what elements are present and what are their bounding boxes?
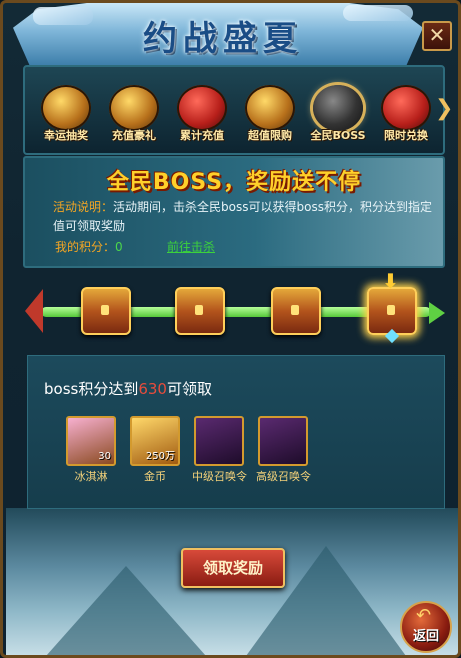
item-name: 高级召唤令	[256, 470, 311, 483]
tab-accumulate-recharge[interactable]: 累计充值	[173, 85, 231, 151]
score-value: 0	[115, 240, 123, 254]
goto-kill-link[interactable]: 前往击杀	[167, 238, 215, 255]
tabs-next-arrow-icon[interactable]: ❯	[435, 89, 453, 129]
lucky-draw-icon	[41, 85, 91, 131]
reward-progress-track: ⬇	[25, 269, 445, 349]
info-title: 全民BOSS，奖励送不停	[106, 170, 362, 195]
activity-window: 约战盛夏 ✕ 幸运抽奖 充值豪礼 累计充值 超值限购 全民BOSS 限时兑换 ❯	[0, 0, 461, 658]
next-arrow-icon[interactable]	[429, 302, 445, 324]
close-button[interactable]: ✕	[422, 21, 452, 51]
tab-limited-purchase[interactable]: 超值限购	[241, 85, 299, 151]
item-name: 中级召唤令	[192, 470, 247, 483]
back-button[interactable]: ↶ 返回	[400, 601, 452, 653]
reward-chest-4[interactable]	[367, 287, 417, 335]
item-count: 250万	[145, 451, 175, 462]
tab-label: 累计充值	[180, 129, 224, 142]
tab-lucky-draw[interactable]: 幸运抽奖	[37, 85, 95, 151]
requirement-value: 630	[138, 380, 167, 398]
boss-icon	[313, 85, 363, 131]
gold-coin-icon: 250万	[130, 416, 180, 466]
recharge-gift-icon	[109, 85, 159, 131]
prev-arrow-icon[interactable]	[25, 289, 43, 333]
reward-item[interactable]: 30 冰淇淋	[64, 416, 118, 484]
reward-item[interactable]: 中级召唤令	[192, 416, 247, 484]
item-count: 30	[98, 451, 111, 462]
reward-requirement: boss积分达到630可领取	[44, 378, 212, 399]
tab-limited-exchange[interactable]: 限时兑换	[377, 85, 435, 151]
score-key: 我的积分：	[55, 240, 116, 254]
back-arrow-icon: ↶	[416, 605, 432, 626]
my-score: 我的积分：0	[55, 238, 123, 255]
requirement-prefix: boss积分达到	[44, 380, 139, 398]
back-label: 返回	[412, 629, 439, 644]
requirement-suffix: 可领取	[166, 380, 212, 398]
activity-info-panel: 全民BOSS，奖励送不停 活动说明：活动期间，击杀全民boss可以获得boss积…	[23, 156, 445, 268]
mid-summon-token-icon	[194, 416, 244, 466]
tab-recharge-gift[interactable]: 充值豪礼	[105, 85, 163, 151]
item-name: 金币	[144, 470, 166, 483]
close-icon: ✕	[428, 23, 446, 47]
accumulate-recharge-icon	[177, 85, 227, 131]
claim-reward-button[interactable]: 领取奖励	[181, 548, 285, 588]
page-title: 约战盛夏	[143, 19, 303, 59]
reward-chest-3[interactable]	[271, 287, 321, 335]
high-summon-token-icon	[258, 416, 308, 466]
reward-chest-1[interactable]	[81, 287, 131, 335]
reward-item[interactable]: 250万 金币	[128, 416, 182, 484]
ice-cream-icon: 30	[66, 416, 116, 466]
item-name: 冰淇淋	[74, 470, 108, 483]
tab-label: 超值限购	[248, 129, 292, 142]
activity-description: 活动说明：活动期间，击杀全民boss可以获得boss积分，积分达到指定值可领取奖…	[53, 198, 433, 236]
tab-label: 限时兑换	[384, 129, 428, 142]
activity-tabs: 幸运抽奖 充值豪礼 累计充值 超值限购 全民BOSS 限时兑换 ❯	[23, 65, 453, 155]
tab-label: 充值豪礼	[112, 129, 156, 142]
description-key: 活动说明：	[53, 200, 114, 214]
tab-label: 全民BOSS	[310, 129, 366, 142]
reward-item[interactable]: 高级召唤令	[256, 416, 311, 484]
limited-purchase-icon	[245, 85, 295, 131]
reward-panel: boss积分达到630可领取 30 冰淇淋 250万 金币 中级召唤令 高级召唤…	[27, 355, 445, 509]
selected-arrow-icon: ⬇	[382, 269, 399, 293]
reward-chest-2[interactable]	[175, 287, 225, 335]
tab-label: 幸运抽奖	[44, 129, 88, 142]
tab-world-boss[interactable]: 全民BOSS	[309, 85, 367, 151]
limited-exchange-icon	[381, 85, 431, 131]
